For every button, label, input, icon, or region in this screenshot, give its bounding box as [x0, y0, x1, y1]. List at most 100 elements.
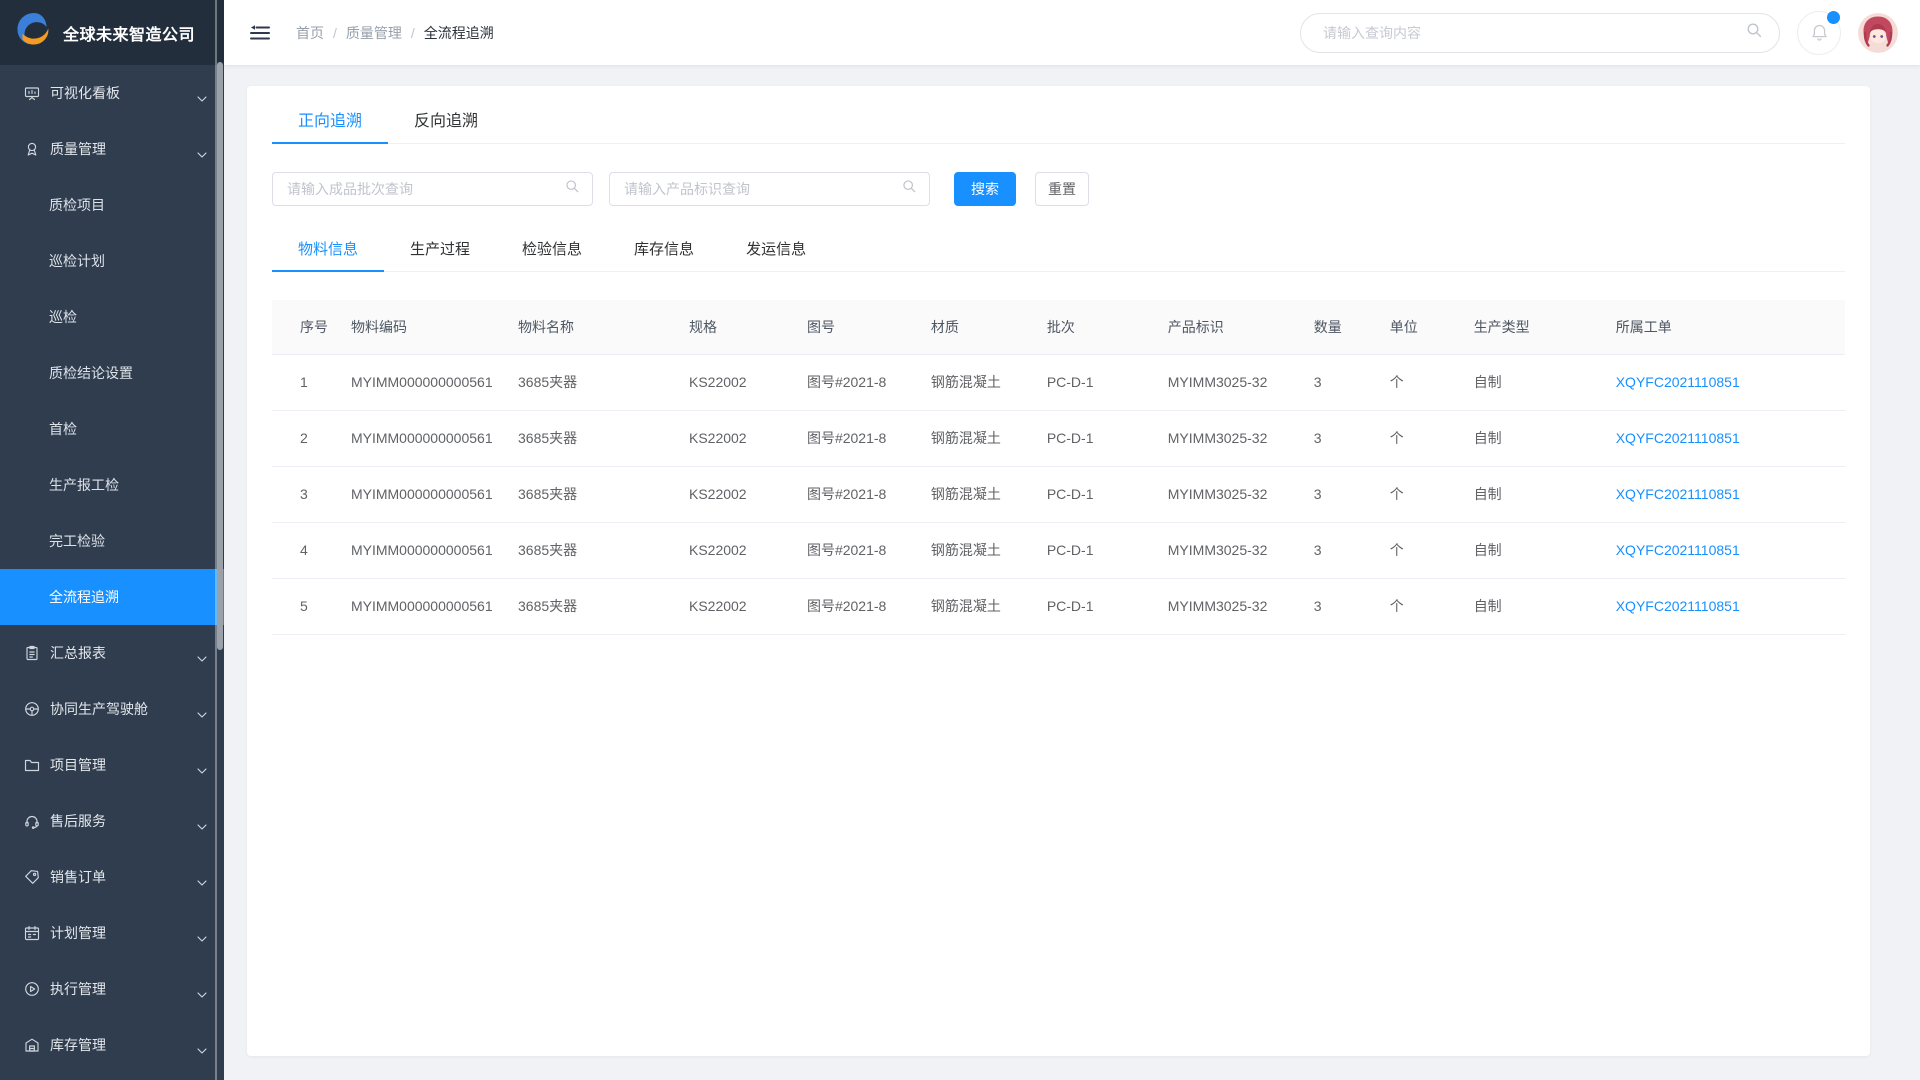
sidebar-item-quality-management[interactable]: 质量管理 — [0, 121, 224, 177]
tab-inventory-info[interactable]: 库存信息 — [608, 233, 720, 271]
cell-seq: 4 — [272, 522, 323, 578]
sidebar-item-execution-management[interactable]: 执行管理 — [0, 961, 224, 1017]
breadcrumb-separator: / — [333, 25, 337, 41]
cell-material-name: 3685夹器 — [490, 354, 661, 410]
price-tag-icon — [24, 869, 40, 885]
cell-material-name: 3685夹器 — [490, 522, 661, 578]
breadcrumb: 首页 / 质量管理 / 全流程追溯 — [296, 23, 494, 43]
col-product-id: 产品标识 — [1140, 300, 1286, 354]
sidebar-item-production-cockpit[interactable]: 协同生产驾驶舱 — [0, 681, 224, 737]
cell-seq: 5 — [272, 578, 323, 634]
cell-drawing-no: 图号#2021-8 — [779, 466, 903, 522]
chevron-down-icon — [197, 90, 207, 106]
sidebar-item-after-sales-service[interactable]: 售后服务 — [0, 793, 224, 849]
sidebar-item-plan-management[interactable]: 计划管理 — [0, 905, 224, 961]
sidebar-item-inspection-conclusion-settings[interactable]: 质检结论设置 — [0, 345, 224, 401]
cell-spec: KS22002 — [661, 354, 779, 410]
tab-material-info[interactable]: 物料信息 — [272, 233, 384, 271]
work-order-link[interactable]: XQYFC2021110851 — [1616, 598, 1740, 614]
table-row: 2 MYIMM000000000561 3685夹器 KS22002 图号#20… — [272, 410, 1845, 466]
col-drawing-no: 图号 — [779, 300, 903, 354]
folder-icon — [24, 757, 40, 773]
company-name: 全球未来智造公司 — [63, 21, 195, 45]
cell-unit: 个 — [1362, 466, 1446, 522]
cell-seq: 3 — [272, 466, 323, 522]
product-id-search-input[interactable] — [624, 181, 902, 197]
batch-search-input[interactable] — [287, 181, 565, 197]
sidebar-item-completion-inspection[interactable]: 完工检验 — [0, 513, 224, 569]
info-tabs: 物料信息 生产过程 检验信息 库存信息 发运信息 — [272, 233, 1845, 272]
reset-button[interactable]: 重置 — [1035, 172, 1089, 206]
chevron-down-icon — [197, 986, 207, 1002]
sidebar-item-project-management[interactable]: 项目管理 — [0, 737, 224, 793]
search-button[interactable]: 搜索 — [954, 172, 1016, 206]
play-circle-icon — [24, 981, 40, 997]
cell-batch: PC-D-1 — [1019, 354, 1140, 410]
tab-forward-trace[interactable]: 正向追溯 — [272, 101, 388, 143]
cell-seq: 2 — [272, 410, 323, 466]
col-material-code: 物料编码 — [323, 300, 490, 354]
global-search-input[interactable] — [1323, 25, 1746, 41]
cell-unit: 个 — [1362, 354, 1446, 410]
search-icon — [565, 179, 580, 199]
cell-qty: 3 — [1286, 466, 1362, 522]
main-area: 首页 / 质量管理 / 全流程追溯 — [224, 0, 1920, 1080]
table-row: 1 MYIMM000000000561 3685夹器 KS22002 图号#20… — [272, 354, 1845, 410]
sidebar-item-production-report-inspection[interactable]: 生产报工检 — [0, 457, 224, 513]
sidebar-item-sales-order[interactable]: 销售订单 — [0, 849, 224, 905]
sidebar-menu: 可视化看板 质量管理 质检项目 巡检计划 巡检 质检结论设置 首检 生产报工检 — [0, 65, 224, 1073]
sidebar-collapse-icon[interactable] — [250, 24, 270, 42]
tab-shipping-info[interactable]: 发运信息 — [720, 233, 832, 271]
notification-button[interactable] — [1797, 11, 1841, 55]
col-batch: 批次 — [1019, 300, 1140, 354]
sidebar-item-inspection-project[interactable]: 质检项目 — [0, 177, 224, 233]
dashboard-icon — [24, 85, 40, 101]
sidebar-item-inventory-management[interactable]: 库存管理 — [0, 1017, 224, 1073]
cell-spec: KS22002 — [661, 410, 779, 466]
breadcrumb-section[interactable]: 质量管理 — [346, 23, 402, 43]
cell-product-id: MYIMM3025-32 — [1140, 522, 1286, 578]
table-row: 4 MYIMM000000000561 3685夹器 KS22002 图号#20… — [272, 522, 1845, 578]
cell-drawing-no: 图号#2021-8 — [779, 354, 903, 410]
col-seq: 序号 — [272, 300, 323, 354]
search-icon[interactable] — [1746, 22, 1763, 44]
cell-unit: 个 — [1362, 410, 1446, 466]
cell-drawing-no: 图号#2021-8 — [779, 578, 903, 634]
calendar-icon — [24, 925, 40, 941]
sidebar-item-label: 首检 — [49, 419, 77, 439]
product-id-search-field — [609, 172, 930, 206]
sidebar-scrollbar[interactable] — [216, 0, 224, 1080]
topbar-right — [1300, 11, 1898, 55]
global-search — [1300, 13, 1780, 53]
table-row: 3 MYIMM000000000561 3685夹器 KS22002 图号#20… — [272, 466, 1845, 522]
col-spec: 规格 — [661, 300, 779, 354]
sidebar-item-label: 全流程追溯 — [49, 587, 119, 607]
tab-production-process[interactable]: 生产过程 — [384, 233, 496, 271]
chevron-down-icon — [197, 1042, 207, 1058]
cell-production-type: 自制 — [1446, 354, 1588, 410]
sidebar-item-first-inspection[interactable]: 首检 — [0, 401, 224, 457]
avatar[interactable] — [1858, 13, 1898, 53]
sidebar-item-full-trace[interactable]: 全流程追溯 — [0, 569, 224, 625]
sidebar-scrollbar-thumb[interactable] — [217, 62, 223, 650]
cell-material: 钢筋混凝土 — [903, 466, 1019, 522]
tab-backward-trace[interactable]: 反向追溯 — [388, 101, 504, 143]
cell-qty: 3 — [1286, 410, 1362, 466]
sidebar-item-patrol[interactable]: 巡检 — [0, 289, 224, 345]
work-order-link[interactable]: XQYFC2021110851 — [1616, 374, 1740, 390]
sidebar-item-label: 巡检 — [49, 307, 77, 327]
work-order-link[interactable]: XQYFC2021110851 — [1616, 542, 1740, 558]
cell-material-code: MYIMM000000000561 — [323, 354, 490, 410]
tab-inspection-info[interactable]: 检验信息 — [496, 233, 608, 271]
sidebar-item-visual-dashboard[interactable]: 可视化看板 — [0, 65, 224, 121]
sidebar-item-label: 质检项目 — [49, 195, 105, 215]
col-material-name: 物料名称 — [490, 300, 661, 354]
work-order-link[interactable]: XQYFC2021110851 — [1616, 430, 1740, 446]
cell-spec: KS22002 — [661, 466, 779, 522]
breadcrumb-home[interactable]: 首页 — [296, 23, 324, 43]
sidebar-item-label: 库存管理 — [50, 1035, 106, 1055]
work-order-link[interactable]: XQYFC2021110851 — [1616, 486, 1740, 502]
sidebar-item-summary-report[interactable]: 汇总报表 — [0, 625, 224, 681]
cell-product-id: MYIMM3025-32 — [1140, 410, 1286, 466]
sidebar-item-patrol-plan[interactable]: 巡检计划 — [0, 233, 224, 289]
